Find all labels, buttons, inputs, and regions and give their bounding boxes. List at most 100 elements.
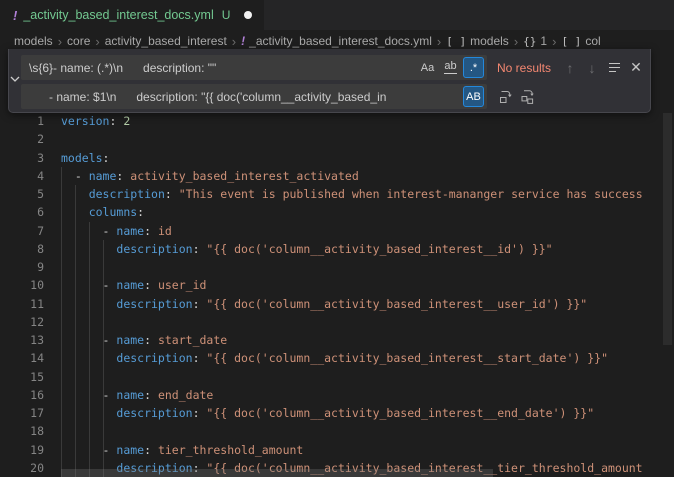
close-button[interactable]: ✕ (625, 57, 647, 79)
breadcrumb-item[interactable]: activity_based_interest (105, 34, 227, 48)
line-text[interactable]: version: 2 (61, 112, 674, 130)
token-key[interactable]: name (116, 278, 144, 292)
token-punc[interactable]: : (144, 443, 158, 457)
code-line[interactable]: 14 description: "{{ doc('column__activit… (0, 349, 674, 367)
code-line[interactable]: 2 (0, 130, 674, 148)
token-punc[interactable]: - (61, 169, 89, 183)
token-str[interactable]: activity_based_interest_activated (130, 169, 358, 183)
code-line[interactable]: 3models: (0, 149, 674, 167)
previous-match-button[interactable]: ↑ (559, 57, 581, 79)
token-str[interactable]: id (158, 224, 172, 238)
token-punc[interactable]: : (193, 406, 207, 420)
line-text[interactable]: - name: activity_based_interest_activate… (61, 167, 674, 185)
line-text[interactable]: description: "{{ doc('column__activity_b… (61, 404, 674, 422)
code-line[interactable]: 15 (0, 368, 674, 386)
line-text[interactable]: description: "This event is published wh… (61, 185, 674, 203)
token-punc[interactable]: : (193, 297, 207, 311)
token-str[interactable]: "This event is published when interest-m… (179, 187, 643, 201)
token-key[interactable]: name (116, 443, 144, 457)
token-str[interactable]: tier_threshold_amount (158, 443, 303, 457)
breadcrumb-item[interactable]: [ ]col (561, 34, 600, 48)
token-key[interactable]: description (116, 351, 192, 365)
token-str[interactable]: "{{ doc('column__activity_based_interest… (206, 406, 594, 420)
whole-word-toggle[interactable]: ab (440, 57, 461, 78)
token-key[interactable]: version (61, 114, 109, 128)
token-str[interactable]: start_date (158, 333, 227, 347)
token-punc[interactable]: : (193, 242, 207, 256)
breadcrumb-item[interactable]: [ ]models (446, 34, 509, 48)
line-text[interactable]: - name: end_date (61, 386, 674, 404)
code-line[interactable]: 8 description: "{{ doc('column__activity… (0, 240, 674, 258)
token-num[interactable]: 2 (123, 114, 130, 128)
line-text[interactable]: - name: tier_threshold_amount (61, 441, 674, 459)
token-punc[interactable]: : (165, 187, 179, 201)
token-key[interactable]: description (116, 297, 192, 311)
line-text[interactable] (61, 422, 674, 440)
token-key[interactable]: description (116, 242, 192, 256)
preserve-case-toggle[interactable]: AB (463, 86, 484, 107)
token-str[interactable]: "{{ doc('column__activity_based_interest… (206, 242, 552, 256)
line-text[interactable]: description: "{{ doc('column__activity_b… (61, 240, 674, 258)
code-line[interactable]: 9 (0, 258, 674, 276)
breadcrumb-item[interactable]: {}1 (523, 34, 547, 48)
line-text[interactable]: - name: id (61, 222, 674, 240)
code-line[interactable]: 5 description: "This event is published … (0, 185, 674, 203)
token-key[interactable]: name (116, 333, 144, 347)
vertical-scrollbar[interactable] (663, 113, 672, 345)
horizontal-scrollbar[interactable] (61, 469, 493, 477)
token-str[interactable]: user_id (158, 278, 206, 292)
regex-toggle[interactable]: .* (463, 57, 484, 78)
line-text[interactable]: description: "{{ doc('column__activity_b… (61, 295, 674, 313)
code-line[interactable]: 4 - name: activity_based_interest_activa… (0, 167, 674, 185)
line-text[interactable]: columns: (61, 203, 674, 221)
code-line[interactable]: 17 description: "{{ doc('column__activit… (0, 404, 674, 422)
token-punc[interactable]: : (116, 169, 130, 183)
editor[interactable]: 1version: 223models:4 - name: activity_b… (0, 52, 674, 477)
code-line[interactable]: 12 (0, 313, 674, 331)
breadcrumb-item[interactable]: !_activity_based_interest_docs.yml (241, 34, 432, 48)
line-text[interactable]: models: (61, 149, 674, 167)
token-key[interactable]: description (89, 187, 165, 201)
find-in-selection-button[interactable] (603, 57, 625, 79)
line-text[interactable] (61, 313, 674, 331)
breadcrumb-item[interactable]: models (14, 34, 53, 48)
token-punc[interactable]: : (144, 224, 158, 238)
token-key[interactable]: columns (89, 205, 137, 219)
match-case-toggle[interactable]: Aa (417, 57, 438, 78)
token-punc[interactable]: : (103, 151, 110, 165)
code-line[interactable]: 1version: 2 (0, 112, 674, 130)
replace-all-button[interactable] (517, 86, 539, 108)
code-line[interactable]: 10 - name: user_id (0, 276, 674, 294)
line-text[interactable] (61, 130, 674, 148)
breadcrumb-item[interactable]: core (67, 34, 90, 48)
token-punc[interactable]: : (137, 205, 144, 219)
code-line[interactable]: 13 - name: start_date (0, 331, 674, 349)
line-text[interactable]: - name: start_date (61, 331, 674, 349)
replace-input[interactable] (21, 84, 487, 109)
line-text[interactable] (61, 258, 674, 276)
token-key[interactable]: description (116, 406, 192, 420)
line-text[interactable] (61, 368, 674, 386)
token-punc[interactable]: : (144, 333, 158, 347)
code-line[interactable]: 11 description: "{{ doc('column__activit… (0, 295, 674, 313)
token-key[interactable]: models (61, 151, 103, 165)
code-line[interactable]: 6 columns: (0, 203, 674, 221)
editor-tab[interactable]: ! _activity_based_interest_docs.yml U (0, 0, 264, 30)
token-key[interactable]: name (89, 169, 117, 183)
token-punc[interactable]: : (144, 388, 158, 402)
token-str[interactable]: end_date (158, 388, 213, 402)
next-match-button[interactable]: ↓ (581, 57, 603, 79)
toggle-replace-button[interactable] (9, 49, 21, 112)
token-str[interactable]: "{{ doc('column__activity_based_interest… (206, 297, 587, 311)
token-str[interactable]: "{{ doc('column__activity_based_interest… (206, 351, 608, 365)
token-punc[interactable]: : (144, 278, 158, 292)
code-line[interactable]: 19 - name: tier_threshold_amount (0, 441, 674, 459)
token-punc[interactable]: : (109, 114, 123, 128)
code-line[interactable]: 16 - name: end_date (0, 386, 674, 404)
replace-button[interactable] (495, 86, 517, 108)
code-line[interactable]: 7 - name: id (0, 222, 674, 240)
code-line[interactable]: 18 (0, 422, 674, 440)
token-key[interactable]: name (116, 224, 144, 238)
token-key[interactable]: name (116, 388, 144, 402)
line-text[interactable]: - name: user_id (61, 276, 674, 294)
